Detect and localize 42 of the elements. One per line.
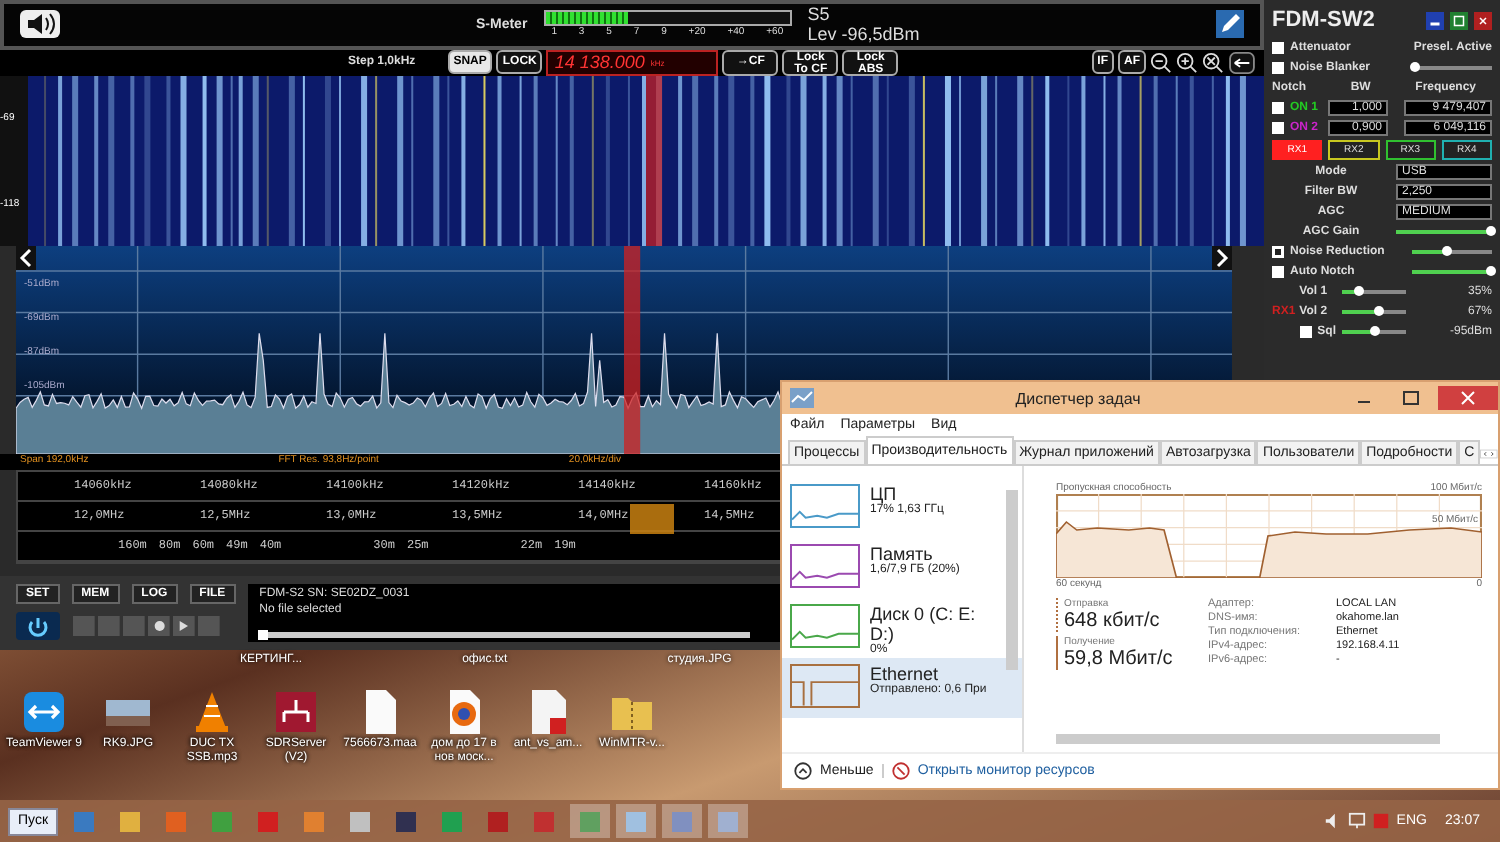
pen-icon[interactable]: [1216, 10, 1244, 39]
level-reading: Lev -96,5dBm: [807, 24, 920, 45]
squelch-checkbox[interactable]: [1299, 325, 1312, 337]
noise-blanker-checkbox[interactable]: [1272, 61, 1284, 73]
mini-graph-drawing: [790, 604, 860, 648]
notch-checkbox[interactable]: [1272, 121, 1284, 133]
mini-graph-drawing: [790, 484, 860, 528]
maximize-icon[interactable]: [1450, 11, 1468, 29]
resource-name: Ethernet: [870, 664, 939, 684]
media-buttons-drawing[interactable]: [72, 615, 224, 636]
receive-value: 59,8 Мбит/с: [1064, 648, 1175, 670]
power-icon[interactable]: [16, 611, 60, 640]
teamviewer-file-icon[interactable]: [20, 688, 68, 736]
playback-slider[interactable]: [259, 631, 266, 638]
noise-reduction-checkbox[interactable]: [1272, 245, 1284, 257]
zoom-in-icon[interactable]: [1176, 51, 1198, 74]
window-title: Диспетчер задач: [1013, 389, 1143, 407]
attenuator-checkbox[interactable]: [1272, 41, 1284, 53]
resource-name: Память: [870, 544, 933, 564]
resource-name: ЦП: [870, 484, 898, 504]
app-icon: [790, 388, 814, 408]
scroll-right-icon[interactable]: [1212, 246, 1232, 271]
mini-graph-drawing: [790, 544, 860, 588]
zoom-out-icon[interactable]: [1150, 51, 1172, 74]
collapse-icon[interactable]: [794, 762, 812, 780]
send-value: 648 кбит/с: [1064, 610, 1162, 632]
server-file-icon[interactable]: [272, 688, 320, 736]
speaker-icon[interactable]: [20, 10, 60, 39]
s-reading: S5: [807, 4, 832, 25]
scrollbar[interactable]: [1056, 734, 1440, 744]
mini-graph-drawing: [790, 664, 860, 708]
resource-name: Диск 0 (C: E: D:): [870, 604, 978, 644]
scrollbar[interactable]: [1006, 490, 1018, 670]
zoom-reset-icon[interactable]: [1202, 51, 1224, 74]
panel-title: FDM-SW2: [1272, 8, 1377, 32]
network-icon[interactable]: [1348, 812, 1367, 830]
minimize-icon[interactable]: [1426, 11, 1444, 29]
notch-checkbox[interactable]: [1272, 101, 1284, 113]
auto-notch-checkbox[interactable]: [1272, 265, 1284, 277]
scroll-left-icon[interactable]: [16, 246, 36, 271]
band-marker: [630, 503, 674, 534]
close-icon[interactable]: [1474, 11, 1492, 29]
